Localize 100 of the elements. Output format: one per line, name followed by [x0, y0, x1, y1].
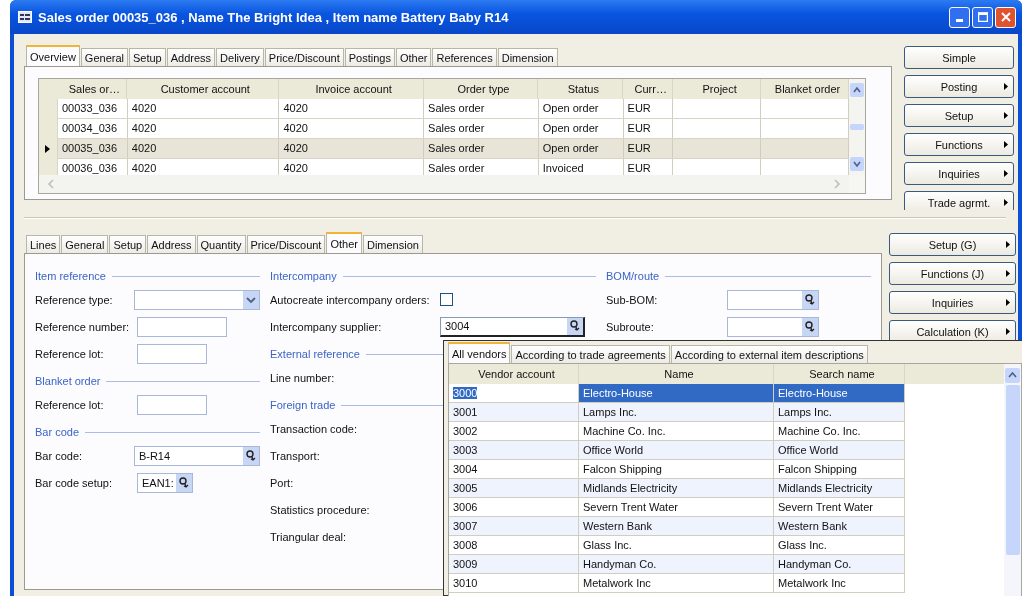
table-cell: Sales order — [424, 99, 539, 118]
lookup-field[interactable]: B-R14 — [133, 445, 260, 466]
table-row[interactable]: 3003 Office World Office World — [449, 441, 1004, 460]
tab[interactable]: Setup — [109, 235, 147, 253]
field-label: Transaction code: — [270, 422, 359, 435]
group-title: Intercompany — [270, 270, 337, 282]
tab[interactable]: General — [80, 48, 128, 66]
action-button[interactable]: Setup — [904, 104, 1014, 127]
vertical-scrollbar[interactable] — [1004, 364, 1021, 596]
table-cell: Midlands Electricity — [579, 479, 774, 498]
table-cell: Electro-House — [774, 384, 905, 403]
tab[interactable]: Price/Discount — [246, 235, 326, 253]
field-label: Line number: — [270, 371, 336, 384]
window-title: Sales order 00035_036 , Name The Bright Idea , Item name Battery Baby R14 — [38, 9, 510, 25]
table-row[interactable]: 00034_036 4020 4020 Sales order Open order EUR — [39, 119, 849, 139]
table-row[interactable]: 3005 Midlands Electricity Midlands Electricity — [449, 479, 1004, 498]
action-button[interactable]: Setup (G) — [889, 233, 1016, 256]
table-row[interactable]: 00035_036 4020 4020 Sales order Open order EUR — [39, 139, 849, 159]
table-cell: 00033_036 — [57, 99, 128, 118]
tab[interactable]: Dimension — [362, 235, 423, 253]
group-title: Blanket order — [35, 375, 101, 387]
table-cell: Sales order — [424, 119, 539, 138]
submenu-arrow-icon — [1004, 141, 1008, 148]
form-icon — [18, 11, 32, 23]
tab[interactable]: All vendors — [448, 342, 511, 363]
tab[interactable]: Dimension — [497, 48, 558, 66]
tab[interactable]: Quantity — [196, 235, 246, 253]
table-row[interactable]: 3001 Lamps Inc. Lamps Inc. — [449, 403, 1004, 422]
table-cell: 00034_036 — [57, 119, 128, 138]
submenu-arrow-icon — [1006, 299, 1010, 306]
table-cell: 4020 — [279, 139, 425, 158]
action-button[interactable]: Functions — [904, 133, 1014, 156]
lookup-icon — [176, 473, 192, 492]
tab[interactable]: Setup — [129, 48, 166, 66]
input-field[interactable] — [137, 316, 227, 337]
tab[interactable]: Address — [166, 48, 216, 66]
scroll-thumb[interactable] — [850, 124, 864, 130]
dropdown-field[interactable] — [133, 289, 260, 310]
tab[interactable]: General — [61, 235, 109, 253]
tab[interactable]: According to trade agreements — [511, 345, 670, 363]
submenu-arrow-icon — [1004, 199, 1008, 206]
submenu-arrow-icon — [1004, 83, 1008, 90]
group-title: Item reference — [35, 270, 106, 282]
action-button[interactable]: Inquiries — [889, 291, 1016, 314]
scroll-thumb[interactable] — [1005, 385, 1020, 555]
table-cell: Open order — [538, 99, 624, 118]
table-cell: 3010 — [449, 574, 579, 593]
checkbox[interactable] — [440, 293, 453, 306]
input-field[interactable] — [137, 394, 207, 415]
table-row[interactable]: 3000 Electro-House Electro-House — [449, 384, 1004, 403]
table-cell: 4020 — [279, 119, 425, 138]
table-cell: EUR — [623, 99, 674, 118]
table-cell: 4020 — [127, 99, 280, 118]
lookup-field[interactable]: EAN1: — [137, 472, 193, 493]
tab[interactable]: Postings — [344, 48, 395, 66]
table-cell: 3000 — [449, 384, 579, 403]
submenu-arrow-icon — [1004, 170, 1008, 177]
tab[interactable]: Lines — [26, 235, 61, 253]
table-cell: Sales order — [424, 139, 539, 158]
lookup-field[interactable] — [727, 289, 819, 310]
lookup-field[interactable]: 3004 — [440, 316, 585, 337]
lookup-icon — [567, 317, 583, 335]
tab[interactable]: Price/Discount — [264, 48, 344, 66]
action-button[interactable]: Trade agrmt. — [904, 191, 1014, 210]
tab[interactable]: Delivery — [216, 48, 264, 66]
table-cell: Electro-House — [579, 384, 774, 403]
group-title: BOM/route — [606, 270, 660, 282]
input-field[interactable] — [137, 343, 207, 364]
scroll-up-icon — [1005, 368, 1020, 383]
group-title: External reference — [270, 348, 360, 360]
table-row[interactable]: 00033_036 4020 4020 Sales order Open order EUR — [39, 99, 849, 119]
table-cell: 3005 — [449, 479, 579, 498]
table-row[interactable]: 3007 Western Bank Western Bank — [449, 517, 1004, 536]
action-button[interactable]: Functions (J) — [889, 262, 1016, 285]
tab[interactable]: Address — [147, 235, 196, 253]
tab[interactable]: Other — [326, 232, 362, 253]
table-row[interactable]: 00036_036 4020 4020 Sales order Invoiced EUR — [39, 159, 849, 175]
field-label: Reference lot: — [35, 398, 105, 411]
table-cell: Open order — [538, 139, 624, 158]
tab[interactable]: Overview — [26, 45, 80, 66]
table-cell: Handyman Co. — [579, 555, 774, 574]
lookup-icon — [243, 446, 259, 465]
field-label: Autocreate intercompany orders: — [270, 293, 431, 306]
lookup-field[interactable] — [727, 316, 819, 337]
table-row[interactable]: 3010 Metalwork Inc Metalwork Inc — [449, 574, 1004, 593]
action-button[interactable]: Posting — [904, 75, 1014, 98]
minimize-icon — [956, 18, 963, 22]
action-button[interactable]: Inquiries — [904, 162, 1014, 185]
minimize-button[interactable] — [949, 6, 970, 28]
action-button[interactable]: Simple — [904, 46, 1014, 69]
tab[interactable]: References — [432, 48, 497, 66]
close-button[interactable] — [995, 6, 1016, 28]
scroll-right-icon — [833, 179, 841, 189]
tab[interactable]: Other — [395, 48, 432, 66]
field-label: Subroute: — [606, 320, 655, 333]
table-cell: Western Bank — [774, 517, 905, 536]
maximize-button[interactable] — [972, 6, 993, 28]
table-row[interactable]: 3009 Handyman Co. Handyman Co. — [449, 555, 1004, 574]
table-cell: Office World — [774, 441, 905, 460]
tab[interactable]: According to external item descriptions — [670, 345, 868, 363]
